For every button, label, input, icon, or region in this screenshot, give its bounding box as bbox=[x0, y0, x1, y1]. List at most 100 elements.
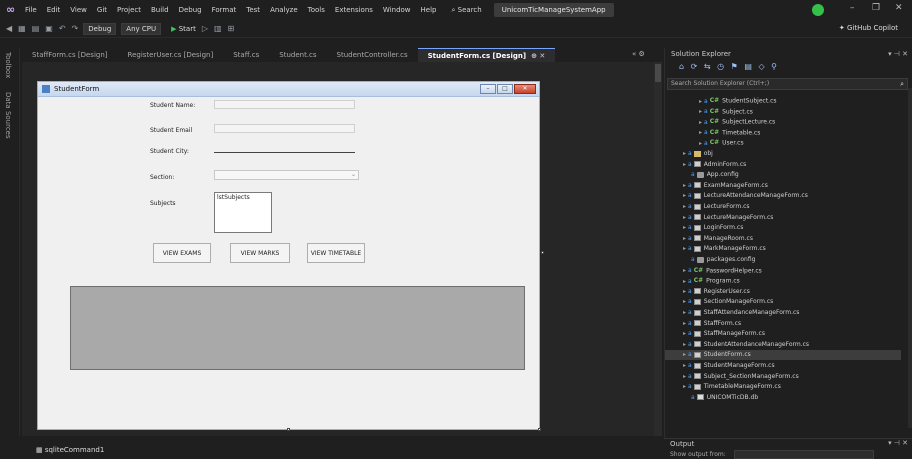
tree-item[interactable]: ▸ a StudentManageForm.cs bbox=[665, 361, 901, 371]
output-source-dropdown[interactable] bbox=[734, 450, 874, 459]
document-tab[interactable]: StaffForm.cs [Design] bbox=[22, 48, 118, 62]
tree-item[interactable]: ▸ a C# StudentSubject.cs bbox=[665, 96, 901, 106]
tree-item[interactable]: a UNICOMTicDB.db bbox=[665, 393, 901, 403]
solution-explorer-search[interactable]: Search Solution Explorer (Ctrl+;) ⌕ bbox=[667, 78, 908, 90]
resize-handle[interactable] bbox=[287, 428, 290, 431]
menu-tools[interactable]: Tools bbox=[303, 6, 330, 14]
chevron-down-icon[interactable]: ⌄ bbox=[351, 171, 356, 178]
resize-handle[interactable] bbox=[541, 251, 544, 254]
document-tab[interactable]: StudentForm.cs [Design] ⊕ ✕ bbox=[417, 48, 556, 62]
github-copilot-button[interactable]: ✦ GitHub Copilot bbox=[839, 24, 898, 32]
student-form-window[interactable]: StudentForm – □ ✕ Student Name: Student … bbox=[37, 81, 540, 430]
restore-icon[interactable]: ❐ bbox=[872, 3, 880, 13]
tree-item[interactable]: a App.config bbox=[665, 170, 901, 180]
tab-close-icon[interactable]: ⊕ ✕ bbox=[531, 52, 545, 60]
save-all-icon[interactable]: ▣ bbox=[45, 24, 53, 33]
redo-icon[interactable]: ↷ bbox=[72, 24, 79, 33]
align-icon[interactable]: ⊞ bbox=[228, 24, 235, 33]
menu-extensions[interactable]: Extensions bbox=[330, 6, 378, 14]
data-sources-tab[interactable]: Data Sources bbox=[4, 92, 12, 139]
menu-build[interactable]: Build bbox=[146, 6, 174, 14]
open-icon[interactable]: ▤ bbox=[32, 24, 40, 33]
tree-item[interactable]: ▸ a LectureManageForm.cs bbox=[665, 213, 901, 223]
menu-help[interactable]: Help bbox=[416, 6, 442, 14]
tree-item[interactable]: ▸ a AdminForm.cs bbox=[665, 160, 901, 170]
tree-item[interactable]: ▸ a TimetableManageForm.cs bbox=[665, 382, 901, 392]
tree-item[interactable]: ▸ a RegisterUser.cs bbox=[665, 287, 901, 297]
tree-item[interactable]: ▸ a obj bbox=[665, 149, 901, 159]
tree-item[interactable]: ▸ a LoginForm.cs bbox=[665, 223, 901, 233]
tree-item[interactable]: ▸ a StudentForm.cs bbox=[665, 350, 901, 361]
document-tab[interactable]: Staff.cs bbox=[223, 48, 269, 62]
toolbox-tab[interactable]: Toolbox bbox=[4, 52, 12, 78]
student-email-input[interactable] bbox=[214, 124, 355, 133]
menu-edit[interactable]: Edit bbox=[42, 6, 66, 14]
configuration-dropdown[interactable]: Debug bbox=[83, 22, 117, 35]
data-grid-view[interactable] bbox=[70, 286, 525, 370]
designer-scrollbar[interactable] bbox=[654, 62, 662, 436]
search-button[interactable]: ⌕ Search bbox=[446, 6, 488, 15]
layout-icon[interactable]: ▥ bbox=[214, 24, 222, 33]
platform-dropdown[interactable]: Any CPU bbox=[121, 22, 162, 35]
menu-window[interactable]: Window bbox=[378, 6, 416, 14]
menu-format[interactable]: Format bbox=[207, 6, 242, 14]
menu-test[interactable]: Test bbox=[241, 6, 265, 14]
document-tab[interactable]: StudentController.cs bbox=[327, 48, 418, 62]
solution-explorer-toolbar[interactable]: ⌂ ⟳ ⇆ ◷ ⚑ ▤ ◇ ⚲ bbox=[665, 60, 912, 74]
form-maximize-button[interactable]: □ bbox=[497, 84, 513, 94]
tree-item[interactable]: ▸ a StaffForm.cs bbox=[665, 319, 901, 329]
tree-item[interactable]: ▸ a C# Timetable.cs bbox=[665, 128, 901, 138]
tab-overflow-icon[interactable]: « ⚙ bbox=[632, 50, 645, 58]
tree-item[interactable]: ▸ a StaffManageForm.cs bbox=[665, 329, 901, 339]
view-exams-button[interactable]: VIEW EXAMS bbox=[153, 243, 211, 263]
start-without-debugging-icon[interactable]: ▷ bbox=[202, 24, 208, 33]
visual-studio-logo-icon[interactable]: ∞ bbox=[6, 4, 20, 16]
subjects-listbox[interactable]: lstSubjects bbox=[214, 192, 272, 233]
solution-name[interactable]: UnicomTicManageSystemApp bbox=[493, 3, 614, 17]
menu-project[interactable]: Project bbox=[112, 6, 146, 14]
tree-item[interactable]: ▸ a StaffAttendanceManageForm.cs bbox=[665, 308, 901, 318]
account-avatar[interactable] bbox=[812, 4, 824, 16]
tree-item[interactable]: ▸ a ExamManageForm.cs bbox=[665, 181, 901, 191]
tree-item[interactable]: ▸ a Subject_SectionManageForm.cs bbox=[665, 372, 901, 382]
tree-item[interactable]: ▸ a C# Program.cs bbox=[665, 276, 901, 286]
form-minimize-button[interactable]: – bbox=[480, 84, 496, 94]
resize-handle[interactable] bbox=[538, 428, 541, 431]
tree-item[interactable]: ▸ a C# Subject.cs bbox=[665, 107, 901, 117]
menu-debug[interactable]: Debug bbox=[174, 6, 207, 14]
output-pin-icon[interactable]: ▾ ⊣ ✕ bbox=[888, 439, 908, 447]
tree-item[interactable]: ▸ a StudentAttendanceManageForm.cs bbox=[665, 340, 901, 350]
form-close-button[interactable]: ✕ bbox=[514, 84, 536, 94]
solution-explorer-scrollbar[interactable] bbox=[908, 88, 912, 428]
student-name-input[interactable] bbox=[214, 100, 355, 109]
navigate-back-icon[interactable]: ◀ bbox=[6, 24, 12, 33]
view-timetable-button[interactable]: VIEW TIMETABLE bbox=[307, 243, 365, 263]
tab-label: RegisterUser.cs [Design] bbox=[127, 51, 214, 59]
menu-git[interactable]: Git bbox=[92, 6, 112, 14]
view-marks-button[interactable]: VIEW MARKS bbox=[230, 243, 290, 263]
tree-item[interactable]: ▸ a C# User.cs bbox=[665, 138, 901, 148]
undo-icon[interactable]: ↶ bbox=[59, 24, 66, 33]
minimize-icon[interactable]: – bbox=[850, 3, 855, 13]
tree-item[interactable]: ▸ a MarkManageForm.cs bbox=[665, 244, 901, 254]
menu-analyze[interactable]: Analyze bbox=[265, 6, 303, 14]
new-item-icon[interactable]: ▦ bbox=[18, 24, 26, 33]
document-tab[interactable]: RegisterUser.cs [Design] bbox=[118, 48, 224, 62]
start-button[interactable]: ▶ Start bbox=[171, 25, 196, 33]
tree-item[interactable]: a packages.config bbox=[665, 255, 901, 265]
tree-item[interactable]: ▸ a C# PasswordHelper.cs bbox=[665, 266, 901, 276]
student-city-input[interactable] bbox=[214, 144, 355, 153]
menu-view[interactable]: View bbox=[65, 6, 92, 14]
tree-item[interactable]: ▸ a LectureAttendanceManageForm.cs bbox=[665, 191, 901, 201]
close-icon[interactable]: ✕ bbox=[895, 3, 903, 13]
tree-item[interactable]: ▸ a LectureForm.cs bbox=[665, 202, 901, 212]
tree-item[interactable]: ▸ a C# SubjectLecture.cs bbox=[665, 117, 901, 127]
search-icon[interactable]: ⌕ bbox=[900, 79, 904, 89]
sqlite-command-component[interactable]: ▦ sqliteCommand1 bbox=[36, 446, 104, 454]
pin-icon[interactable]: ▾ ⊣ ✕ bbox=[888, 48, 908, 60]
tree-item[interactable]: ▸ a ManageRoom.cs bbox=[665, 234, 901, 244]
menu-file[interactable]: File bbox=[20, 6, 42, 14]
document-tab[interactable]: Student.cs bbox=[269, 48, 326, 62]
section-combobox[interactable]: ⌄ bbox=[214, 170, 359, 180]
tree-item[interactable]: ▸ a SectionManageForm.cs bbox=[665, 297, 901, 307]
